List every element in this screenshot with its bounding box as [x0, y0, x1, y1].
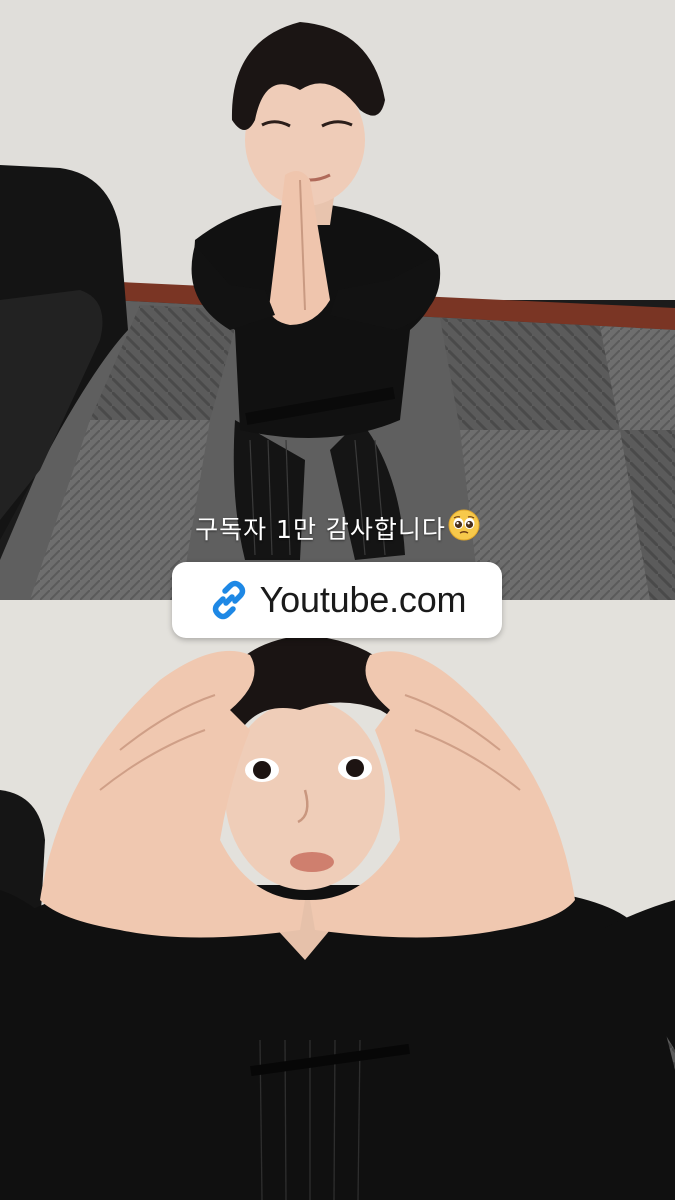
- link-sticker-button[interactable]: Youtube.com: [172, 562, 502, 638]
- story-photo-bottom: [0, 600, 675, 1200]
- pleading-face-emoji: [448, 509, 480, 553]
- photo-bottom-illustration: [0, 600, 675, 1200]
- link-icon: [208, 579, 250, 621]
- caption-text: 구독자 1만 감사합니다: [195, 515, 446, 544]
- link-sticker-label: Youtube.com: [259, 579, 467, 620]
- story-caption: 구독자 1만 감사합니다: [0, 509, 675, 549]
